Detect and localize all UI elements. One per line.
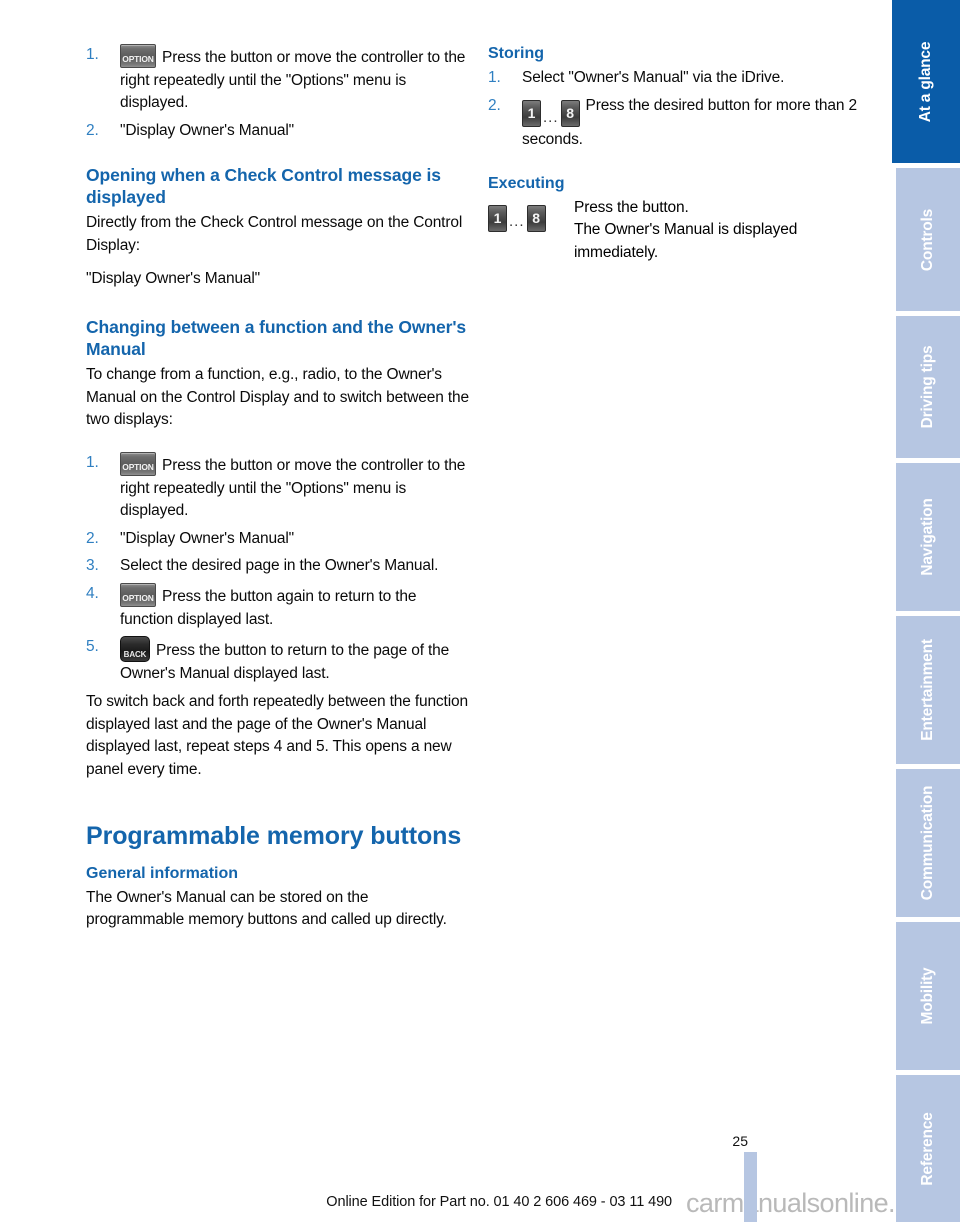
tab-label: Mobility [919, 967, 936, 1025]
page-number: 25 [732, 1133, 748, 1149]
heading-executing: Executing [488, 174, 565, 192]
option-button-icon: OPTION [120, 44, 156, 68]
memory-buttons-icon: 1 ... 8 [522, 100, 580, 129]
step-text: Select "Owner's Manual" via the iDrive. [522, 69, 785, 86]
tab-label: Driving tips [919, 345, 936, 429]
heading-general-information: General information [86, 864, 239, 882]
back-button-icon: BACK [120, 636, 150, 663]
heading-programmable-memory-buttons: Programmable memory buttons [86, 821, 462, 850]
tab-controls[interactable]: Controls [896, 168, 960, 311]
steps-changing-function: OPTION Press the button or move the cont… [86, 451, 470, 685]
step-item: OPTION Press the button again to return … [86, 582, 470, 631]
memory-button-1-icon: 1 [522, 100, 541, 127]
step-text: "Display Owner's Manual" [120, 121, 295, 139]
steps-opening-via-options: OPTION Press the button or move the cont… [86, 44, 470, 142]
option-button-icon: OPTION [120, 582, 156, 607]
tab-label: Navigation [919, 498, 936, 576]
steps-storing: Select "Owner's Manual" via the iDrive. … [488, 67, 872, 152]
tab-at-a-glance[interactable]: At a glance [892, 0, 960, 163]
heading-storing: Storing [488, 45, 544, 62]
step-text: Press the button to return to the page o… [120, 642, 450, 682]
heading-check-control: Opening when a Check Control message is … [86, 165, 441, 208]
tab-reference[interactable]: Reference [896, 1075, 960, 1222]
step-item: Select "Owner's Manual" via the iDrive. [488, 67, 872, 90]
footer-part-number: Online Edition for Part no. 01 40 2 606 … [326, 1194, 672, 1210]
paragraph-changing-intro: To change from a function, e.g., radio, … [86, 366, 469, 429]
memory-buttons-icon: 1 ... 8 [488, 204, 574, 234]
memory-button-8-icon: 8 [560, 100, 580, 127]
step-item: 1 ... 8 Press the desired button for mor… [488, 95, 872, 152]
tab-entertainment[interactable]: Entertainment [896, 616, 960, 764]
manual-page: OPTION Press the button or move the cont… [0, 0, 960, 1222]
page-marker-bar [744, 1152, 757, 1222]
tab-label: Reference [919, 1111, 936, 1186]
step-text: Press the button or move the controller … [120, 49, 466, 112]
step-item: OPTION Press the button or move the cont… [86, 44, 470, 115]
left-column: OPTION Press the button or move the cont… [86, 44, 470, 942]
step-item: "Display Owner's Manual" [86, 120, 470, 143]
tab-mobility[interactable]: Mobility [896, 922, 960, 1070]
step-item: "Display Owner's Manual" [86, 528, 470, 551]
step-text: Select the desired page in the Owner's M… [120, 557, 439, 575]
executing-line-2: The Owner's Manual is displayed immediat… [574, 221, 798, 261]
section-tabs: At a glance Controls Driving tips Naviga… [892, 0, 960, 1222]
memory-button-8-icon: 8 [526, 204, 546, 232]
step-text: Press the button or move the controller … [120, 456, 466, 520]
tab-driving-tips[interactable]: Driving tips [896, 316, 960, 458]
paragraph-changing-closing: To switch back and forth repeatedly betw… [86, 693, 468, 779]
paragraph-general-information: The Owner's Manual can be stored on the … [86, 888, 447, 929]
tab-navigation[interactable]: Navigation [896, 463, 960, 611]
tab-label: Controls [919, 208, 936, 271]
ellipsis-icon: ... [509, 213, 525, 231]
paragraph-check-control-1: Directly from the Check Control message … [86, 214, 463, 254]
ellipsis-icon: ... [543, 108, 559, 126]
step-item: BACK Press the button to return to the p… [86, 636, 470, 685]
tab-label: At a glance [917, 41, 934, 122]
option-button-icon: OPTION [120, 451, 156, 476]
memory-button-1-icon: 1 [488, 204, 507, 232]
page-content: OPTION Press the button or move the cont… [0, 0, 892, 1150]
executing-line-1: Press the button. [574, 198, 689, 216]
tab-communication[interactable]: Communication [896, 769, 960, 917]
tab-label: Communication [919, 785, 936, 901]
heading-changing-function: Changing between a function and the Owne… [86, 317, 467, 360]
right-column: Storing Select "Owner's Manual" via the … [488, 44, 872, 265]
tab-label: Entertainment [919, 639, 936, 741]
step-item: Select the desired page in the Owner's M… [86, 555, 470, 578]
paragraph-check-control-2: "Display Owner's Manual" [86, 269, 261, 287]
step-text: Press the button again to return to the … [120, 587, 417, 628]
step-item: OPTION Press the button or move the cont… [86, 451, 470, 523]
step-text: "Display Owner's Manual" [120, 529, 295, 547]
executing-block: 1 ... 8 Press the button. The Owner's Ma… [488, 197, 872, 265]
